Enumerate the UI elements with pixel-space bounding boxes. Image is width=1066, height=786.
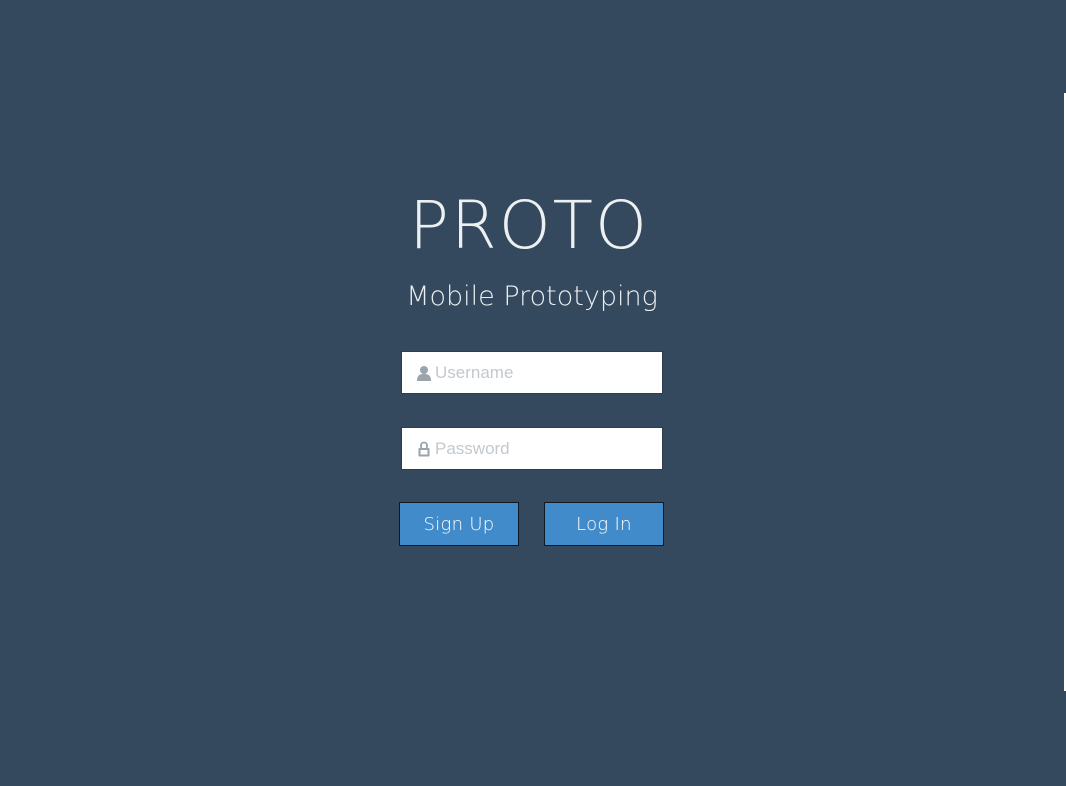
app-title: PROTO [409,187,649,264]
password-field[interactable] [401,427,663,470]
log-in-button[interactable]: Log In [544,502,664,546]
login-screen: PROTO Mobile Prototyping Sign Up Log In [0,0,1066,786]
user-icon [417,364,431,382]
app-subtitle: Mobile Prototyping [406,281,658,312]
username-input[interactable] [435,362,645,383]
lock-icon [417,440,431,458]
password-input[interactable] [435,438,645,459]
username-field[interactable] [401,351,663,394]
sign-up-button[interactable]: Sign Up [399,502,519,546]
